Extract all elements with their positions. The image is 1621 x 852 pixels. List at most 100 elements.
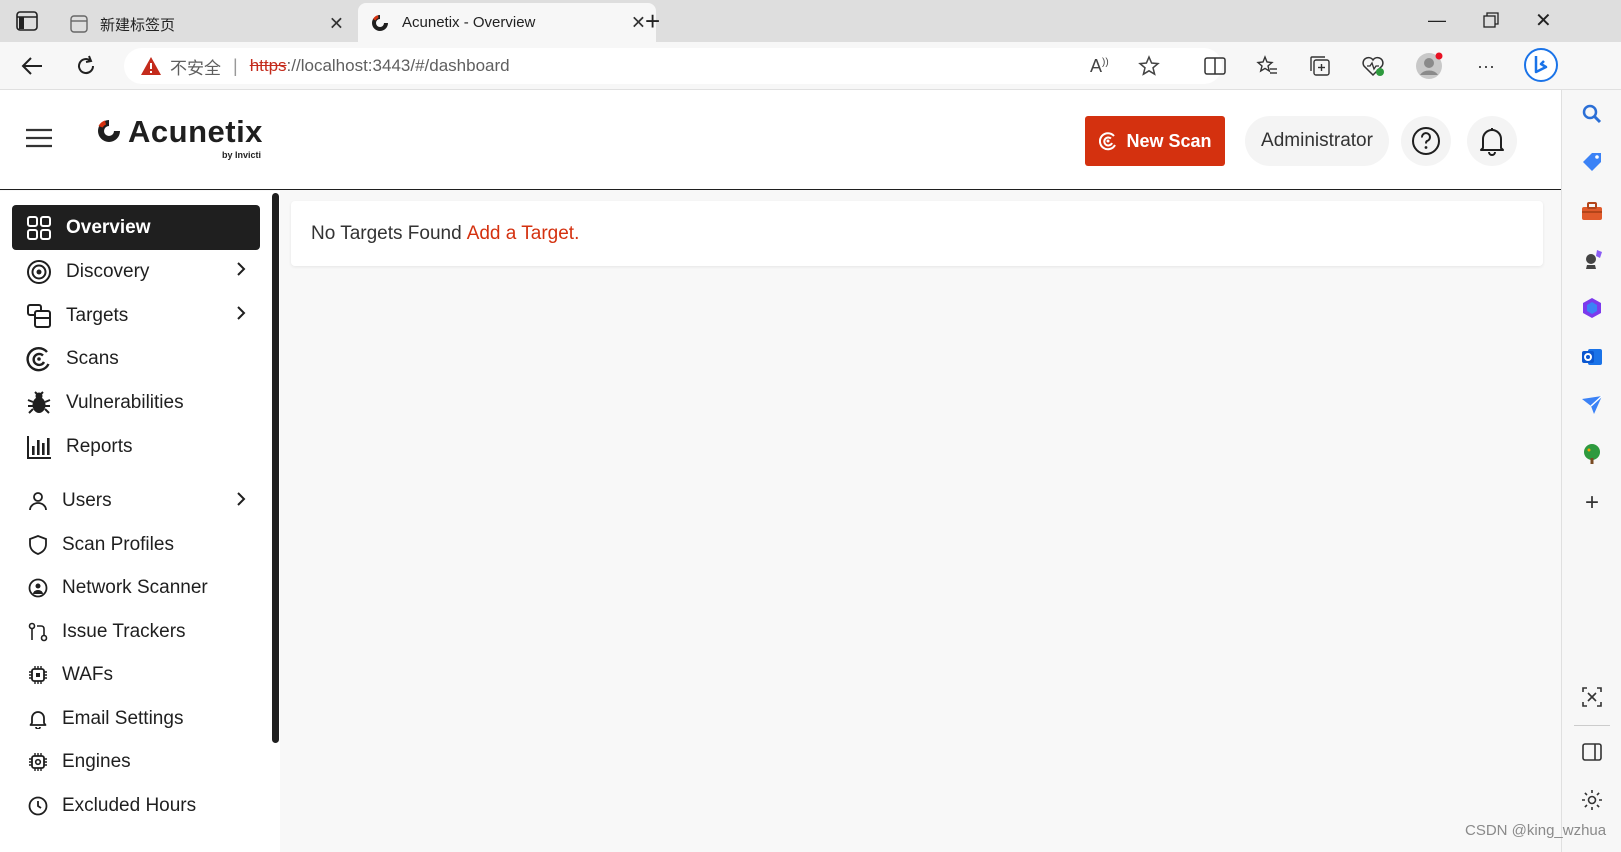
warning-icon bbox=[140, 56, 162, 76]
tab-acunetix[interactable]: Acunetix - Overview ✕ bbox=[358, 3, 656, 42]
help-icon bbox=[1412, 127, 1440, 155]
chevron-right-icon bbox=[236, 491, 246, 507]
sidebar-item-discovery[interactable]: Discovery bbox=[12, 249, 260, 294]
page-content: Acunetix by Invicti New Scan Administrat… bbox=[0, 90, 1561, 852]
sidebar-item-label: Overview bbox=[66, 216, 151, 238]
security-label: 不安全 bbox=[170, 58, 221, 78]
chip-icon bbox=[28, 665, 48, 685]
sidebar-divider bbox=[1574, 725, 1610, 726]
office-icon[interactable] bbox=[1580, 296, 1604, 320]
sidebar-item-email-settings[interactable]: Email Settings bbox=[12, 699, 260, 739]
sidebar-item-users[interactable]: Users bbox=[12, 481, 260, 521]
sidebar-item-issue-trackers[interactable]: Issue Trackers bbox=[12, 612, 260, 652]
refresh-icon[interactable] bbox=[70, 50, 102, 82]
games-icon[interactable] bbox=[1580, 248, 1604, 272]
sidebar-item-label: Reports bbox=[66, 435, 133, 457]
settings-gear-icon[interactable] bbox=[1580, 788, 1604, 812]
profile-avatar[interactable] bbox=[1413, 50, 1445, 82]
shopping-tag-icon[interactable] bbox=[1580, 150, 1604, 174]
new-scan-button[interactable]: New Scan bbox=[1085, 116, 1225, 166]
app-header: Acunetix by Invicti New Scan Administrat… bbox=[0, 90, 1561, 190]
favorites-icon[interactable] bbox=[1251, 50, 1283, 82]
sidebar-item-scan-profiles[interactable]: Scan Profiles bbox=[12, 525, 260, 565]
grid-icon bbox=[26, 215, 52, 241]
sidebar-item-reports[interactable]: Reports bbox=[12, 424, 260, 469]
sidebar-item-label: Discovery bbox=[66, 260, 150, 282]
target-icon bbox=[26, 259, 52, 285]
tab-new-tab[interactable]: 新建标签页 ✕ bbox=[62, 6, 354, 42]
separator: | bbox=[233, 55, 238, 76]
split-screen-icon[interactable] bbox=[1199, 50, 1231, 82]
window-close-icon[interactable]: ✕ bbox=[1535, 8, 1552, 33]
restore-icon[interactable] bbox=[1483, 12, 1499, 28]
sidebar-item-label: Issue Trackers bbox=[62, 621, 186, 642]
sidebar-item-scans[interactable]: Scans bbox=[12, 336, 260, 381]
engine-icon bbox=[28, 752, 48, 772]
sidebar-item-label: Email Settings bbox=[62, 708, 184, 729]
tab-title: 新建标签页 bbox=[100, 16, 176, 34]
tab-title: Acunetix - Overview bbox=[402, 14, 536, 31]
sidebar-item-label: Targets bbox=[66, 304, 129, 326]
acunetix-logo-icon bbox=[95, 117, 123, 145]
sidebar-item-wafs[interactable]: WAFs bbox=[12, 655, 260, 695]
tools-icon[interactable] bbox=[1580, 199, 1604, 223]
close-icon[interactable]: ✕ bbox=[631, 12, 646, 33]
user-menu-button[interactable]: Administrator bbox=[1245, 116, 1389, 166]
sidebar-item-label: Users bbox=[62, 490, 112, 511]
sidebar-item-excluded-hours[interactable]: Excluded Hours bbox=[12, 786, 260, 826]
more-menu-icon[interactable]: ··· bbox=[1470, 50, 1502, 82]
address-bar[interactable]: 不安全 | https ://localhost:3443/#/dashboar… bbox=[124, 48, 1222, 84]
tracker-icon bbox=[28, 622, 48, 642]
edge-sidebar: + bbox=[1561, 90, 1621, 852]
sidebar-item-engines[interactable]: Engines bbox=[12, 742, 260, 782]
outlook-icon[interactable] bbox=[1580, 345, 1604, 369]
network-icon bbox=[28, 578, 48, 598]
add-icon[interactable]: + bbox=[1580, 491, 1604, 515]
sidebar-item-label: Vulnerabilities bbox=[66, 391, 184, 413]
help-button[interactable] bbox=[1401, 116, 1451, 166]
empty-targets-text: No Targets Found bbox=[311, 222, 462, 244]
favorite-star-icon[interactable] bbox=[1138, 55, 1160, 77]
bug-icon bbox=[26, 390, 52, 416]
add-target-link[interactable]: Add a Target. bbox=[467, 223, 580, 245]
user-icon bbox=[28, 491, 48, 511]
new-tab-plus-icon[interactable]: + bbox=[645, 8, 660, 34]
sidebar-item-label: Scan Profiles bbox=[62, 534, 174, 555]
tree-icon[interactable] bbox=[1580, 442, 1604, 466]
url-scheme: https bbox=[249, 56, 287, 75]
sidebar-item-overview[interactable]: Overview bbox=[12, 205, 260, 250]
sidebar-item-label: Excluded Hours bbox=[62, 795, 197, 816]
close-icon[interactable]: ✕ bbox=[329, 14, 344, 35]
sidebar-item-vulnerabilities[interactable]: Vulnerabilities bbox=[12, 380, 260, 425]
sidebar-item-label: Engines bbox=[62, 751, 131, 772]
targets-icon bbox=[26, 303, 52, 329]
collections-icon[interactable] bbox=[1304, 50, 1336, 82]
screenshot-icon[interactable] bbox=[1580, 685, 1604, 709]
sidebar-scrollbar[interactable] bbox=[272, 193, 279, 743]
logo-subtitle: by Invicti bbox=[222, 150, 262, 160]
new-tab-page-icon bbox=[70, 15, 88, 33]
search-icon[interactable] bbox=[1580, 102, 1604, 126]
browser-essentials-icon[interactable] bbox=[1357, 50, 1389, 82]
empty-targets-notice: No Targets Found Add a Target. bbox=[291, 201, 1543, 266]
clock-icon bbox=[28, 796, 48, 816]
scan-icon bbox=[1098, 131, 1118, 151]
url-text: ://localhost:3443/#/dashboard bbox=[286, 56, 510, 75]
sidebar-item-targets[interactable]: Targets bbox=[12, 293, 260, 338]
tab-actions-icon[interactable] bbox=[16, 11, 38, 31]
sidebar-panel-icon[interactable] bbox=[1580, 740, 1604, 764]
send-icon[interactable] bbox=[1580, 393, 1604, 417]
acunetix-favicon-icon bbox=[370, 13, 390, 33]
browser-tab-strip: 新建标签页 ✕ Acunetix - Overview ✕ + — ✕ bbox=[0, 0, 1621, 42]
copilot-icon[interactable] bbox=[1522, 46, 1560, 84]
chevron-right-icon bbox=[236, 305, 246, 321]
back-arrow-icon[interactable] bbox=[16, 50, 48, 82]
sidebar-item-network-scanner[interactable]: Network Scanner bbox=[12, 568, 260, 608]
hamburger-menu-icon[interactable] bbox=[26, 128, 52, 148]
notifications-button[interactable] bbox=[1467, 116, 1517, 166]
chevron-right-icon bbox=[236, 261, 246, 277]
chart-icon bbox=[26, 434, 52, 460]
minimize-icon[interactable]: — bbox=[1428, 10, 1446, 31]
read-aloud-icon[interactable]: A)) bbox=[1090, 56, 1109, 77]
sidebar-item-label: Network Scanner bbox=[62, 577, 208, 598]
